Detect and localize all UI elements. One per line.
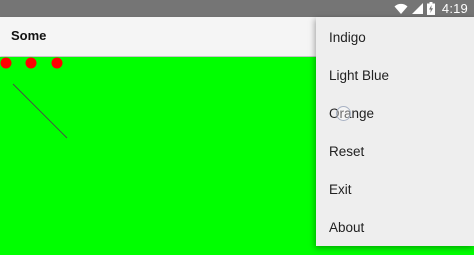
menu-item-orange[interactable]: Orange	[316, 94, 474, 132]
cell-signal-icon	[411, 3, 423, 14]
canvas-dot	[0, 57, 12, 69]
canvas-dot	[51, 57, 63, 69]
menu-item-reset[interactable]: Reset	[316, 132, 474, 170]
canvas-line	[12, 83, 68, 139]
canvas-dot	[25, 57, 37, 69]
menu-item-about[interactable]: About	[316, 208, 474, 246]
menu-item-label: Indigo	[329, 29, 366, 45]
status-clock: 4:19	[441, 1, 468, 16]
menu-item-light-blue[interactable]: Light Blue	[316, 56, 474, 94]
wifi-icon	[394, 3, 408, 14]
menu-item-label: About	[329, 219, 365, 235]
menu-item-exit[interactable]: Exit	[316, 170, 474, 208]
touch-indicator	[336, 106, 351, 121]
status-bar: 4:19	[0, 0, 474, 17]
status-icons: 4:19	[394, 0, 474, 17]
menu-item-label: Exit	[329, 181, 352, 197]
menu-item-label: Reset	[329, 143, 365, 159]
battery-charging-icon	[426, 2, 435, 15]
overflow-menu: Indigo Light Blue Orange Reset Exit Abou…	[316, 17, 474, 246]
app-title: Some	[11, 28, 47, 43]
menu-item-indigo[interactable]: Indigo	[316, 18, 474, 56]
menu-item-label: Light Blue	[329, 67, 390, 83]
